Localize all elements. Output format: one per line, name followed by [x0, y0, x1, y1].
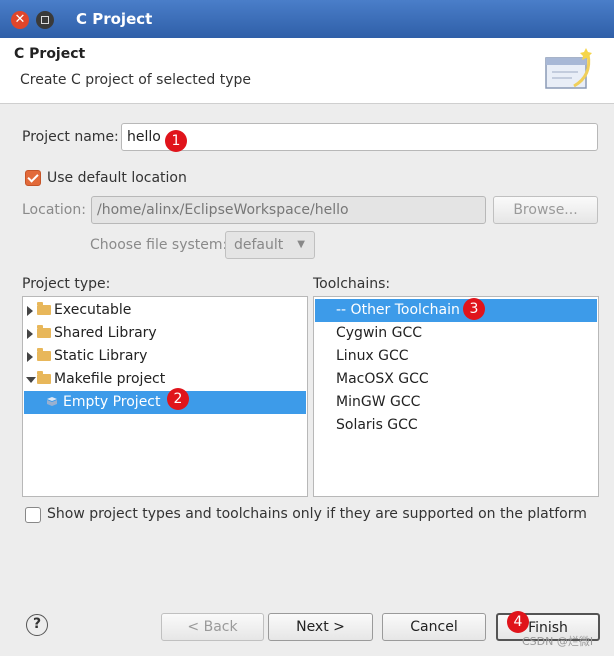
chevron-down-icon: ▼: [297, 239, 305, 250]
expand-arrow-icon[interactable]: [27, 329, 33, 339]
collapse-arrow-icon[interactable]: [26, 377, 36, 383]
file-system-value: default: [234, 237, 284, 253]
project-type-tree[interactable]: Executable Shared Library Static Library…: [22, 296, 308, 497]
next-button[interactable]: Next >: [268, 613, 373, 641]
folder-icon: [37, 302, 51, 315]
browse-button[interactable]: Browse...: [493, 196, 598, 224]
expand-arrow-icon[interactable]: [27, 306, 33, 316]
window-titlebar: ✕ C Project: [0, 0, 614, 38]
toolchains-label: Toolchains:: [313, 276, 391, 292]
tree-item-empty-project[interactable]: Empty Project: [24, 391, 306, 414]
default-location-checkbox[interactable]: [25, 170, 41, 186]
list-item-label: Cygwin GCC: [336, 325, 423, 341]
project-name-label: Project name:: [22, 129, 119, 145]
tree-item-label: Executable: [54, 302, 132, 318]
wizard-header: C Project Create C project of selected t…: [0, 38, 614, 104]
file-system-label: Choose file system:: [90, 237, 228, 253]
page-title: C Project: [14, 46, 86, 62]
list-item-label: Linux GCC: [336, 348, 409, 364]
file-system-select[interactable]: default ▼: [225, 231, 315, 259]
supported-only-checkbox[interactable]: [25, 507, 41, 523]
expand-arrow-icon[interactable]: [27, 352, 33, 362]
toolchains-list[interactable]: -- Other Toolchain -- Cygwin GCC Linux G…: [313, 296, 599, 497]
toolchain-item-other[interactable]: -- Other Toolchain --: [315, 299, 597, 322]
folder-icon: [37, 348, 51, 361]
annotation-badge-4: 4: [507, 611, 529, 633]
tree-item-label: Shared Library: [54, 325, 157, 341]
annotation-badge-2: 2: [167, 388, 189, 410]
page-description: Create C project of selected type: [20, 72, 251, 88]
list-item-label: Solaris GCC: [336, 417, 418, 433]
folder-icon: [37, 325, 51, 338]
list-item-label: -- Other Toolchain --: [336, 302, 475, 318]
project-icon: [47, 397, 57, 406]
default-location-label: Use default location: [47, 170, 187, 186]
tree-item-executable[interactable]: Executable: [24, 299, 306, 322]
tree-item-label: Empty Project: [63, 394, 161, 410]
project-name-input[interactable]: hello: [121, 123, 598, 151]
folder-icon: [37, 371, 51, 384]
toolchain-item-solaris[interactable]: Solaris GCC: [315, 414, 597, 437]
toolchain-item-cygwin[interactable]: Cygwin GCC: [315, 322, 597, 345]
toolchain-item-linux[interactable]: Linux GCC: [315, 345, 597, 368]
help-icon[interactable]: ?: [26, 614, 48, 636]
maximize-icon[interactable]: [36, 11, 54, 29]
location-input[interactable]: /home/alinx/EclipseWorkspace/hello: [91, 196, 486, 224]
annotation-badge-3: 3: [463, 298, 485, 320]
cancel-button[interactable]: Cancel: [382, 613, 486, 641]
watermark: CSDN @烂微I: [522, 635, 594, 648]
list-item-label: MinGW GCC: [336, 394, 421, 410]
window-title: C Project: [76, 10, 153, 28]
location-label: Location:: [22, 202, 86, 218]
toolchain-item-macosx[interactable]: MacOSX GCC: [315, 368, 597, 391]
list-item-label: MacOSX GCC: [336, 371, 429, 387]
tree-item-label: Static Library: [54, 348, 148, 364]
toolchain-item-mingw[interactable]: MinGW GCC: [315, 391, 597, 414]
supported-only-label: Show project types and toolchains only i…: [47, 506, 587, 522]
close-icon[interactable]: ✕: [11, 11, 29, 29]
back-button[interactable]: < Back: [161, 613, 264, 641]
wizard-banner-icon: [545, 48, 592, 89]
tree-item-makefile-project[interactable]: Makefile project: [24, 368, 306, 391]
tree-item-label: Makefile project: [54, 371, 166, 387]
tree-item-shared-library[interactable]: Shared Library: [24, 322, 306, 345]
tree-item-static-library[interactable]: Static Library: [24, 345, 306, 368]
annotation-badge-1: 1: [165, 130, 187, 152]
project-type-label: Project type:: [22, 276, 111, 292]
